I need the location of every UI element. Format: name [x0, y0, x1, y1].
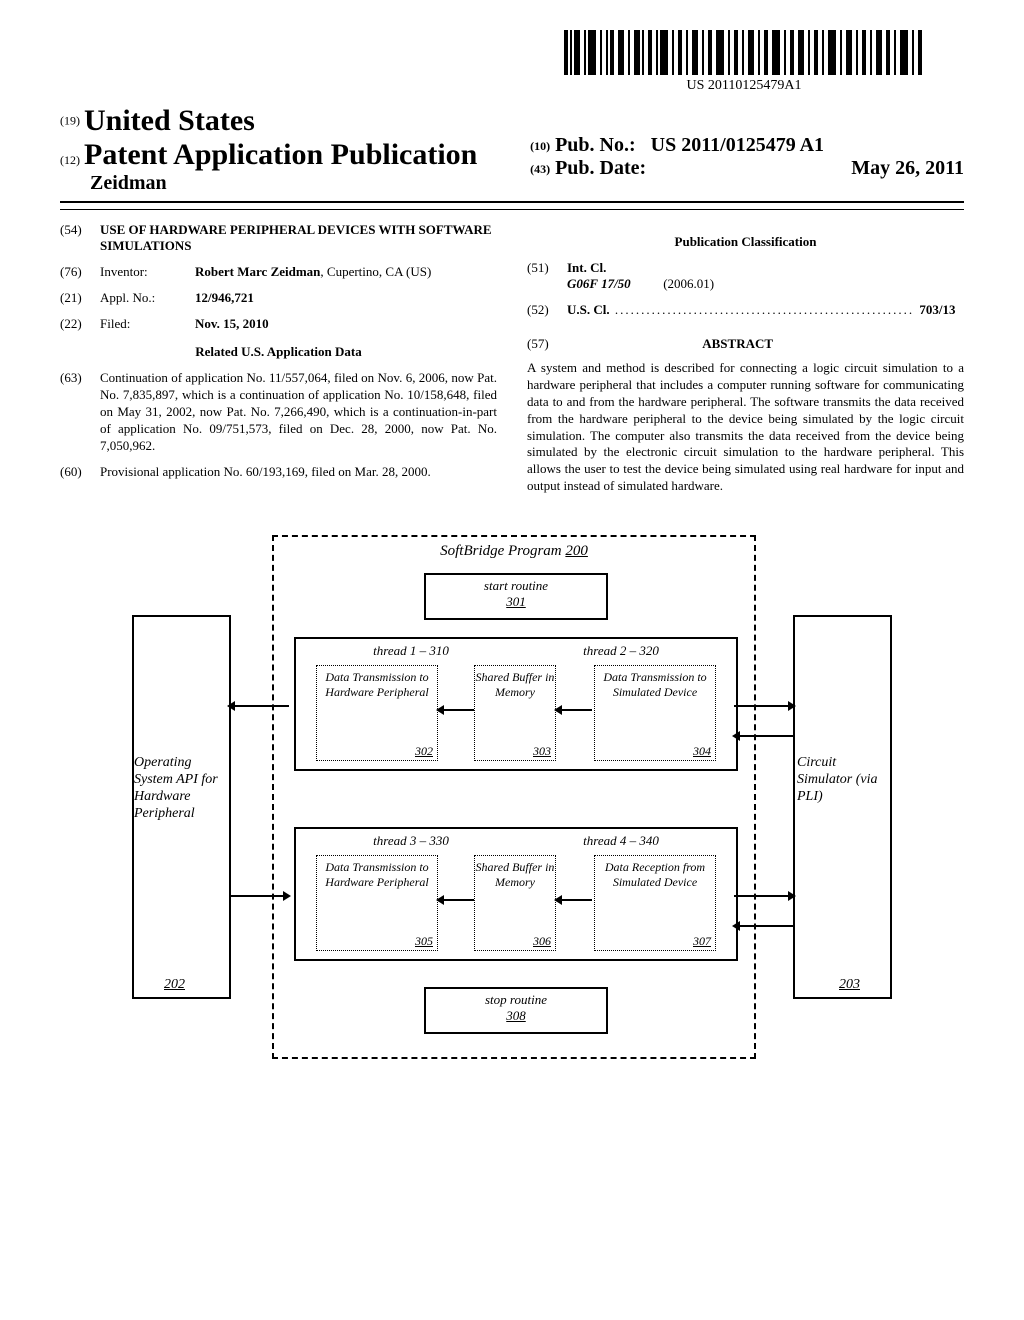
header-rule-thin — [60, 209, 964, 210]
stop-routine-box: stop routine 308 — [424, 987, 608, 1034]
arrow-os-to-305 — [229, 895, 289, 897]
intcl-code: G06F 17/50 — [567, 276, 631, 291]
code-43: (43) — [530, 162, 550, 176]
arrow-303-302 — [438, 709, 474, 711]
box-305: Data Transmission to Hardware Peripheral… — [316, 855, 438, 951]
code-54: (54) — [60, 222, 100, 254]
arrow-307-to-cs — [734, 895, 794, 897]
circuit-sim-block: 203 — [793, 615, 892, 999]
code-57: (57) — [527, 336, 549, 351]
cs-label: Circuit Simulator (via PLI) — [795, 755, 892, 805]
arrow-304-303 — [556, 709, 592, 711]
figure: 202 Operating System API for Hardware Pe… — [60, 535, 964, 1070]
appl-label: Appl. No.: — [100, 290, 195, 306]
code-51: (51) — [527, 260, 567, 292]
abstract-heading: ABSTRACT — [552, 336, 923, 352]
inventor-surname: Zeidman — [90, 172, 167, 194]
pub-date-label: Pub. Date: — [555, 157, 646, 179]
code-22: (22) — [60, 316, 100, 332]
uscl-label: U.S. Cl. — [567, 302, 610, 317]
barcode: US 20110125479A1 — [564, 30, 924, 94]
thread-group-bottom: thread 3 – 330 thread 4 – 340 Data Trans… — [294, 827, 738, 961]
left-column: (54) USE OF HARDWARE PERIPHERAL DEVICES … — [60, 222, 497, 495]
abstract-text: A system and method is described for con… — [527, 360, 964, 495]
right-column: Publication Classification (51) Int. Cl.… — [527, 222, 964, 495]
classification-heading: Publication Classification — [527, 234, 964, 250]
box-307: Data Reception from Simulated Device 307 — [594, 855, 716, 951]
arrow-cs-to-304 — [734, 735, 794, 737]
related-heading: Related U.S. Application Data — [60, 344, 497, 360]
thread-2-label: thread 2 – 320 — [546, 643, 696, 659]
box-302: Data Transmission to Hardware Peripheral… — [316, 665, 438, 761]
box-306: Shared Buffer in Memory 306 — [474, 855, 556, 951]
barcode-pub-id: US 20110125479A1 — [564, 78, 924, 94]
pub-no: US 2011/0125479 A1 — [651, 134, 824, 156]
thread-group-top: thread 1 – 310 thread 2 – 320 Data Trans… — [294, 637, 738, 771]
filed-label: Filed: — [100, 316, 195, 332]
code-12: (12) — [60, 153, 80, 167]
softbridge-program-box: SoftBridge Program 200 start routine 301… — [272, 535, 756, 1059]
program-title: SoftBridge Program 200 — [274, 543, 754, 560]
os-label: Operating System API for Hardware Periph… — [132, 755, 229, 822]
uscl-value: 703/13 — [919, 302, 955, 317]
pub-date: May 26, 2011 — [851, 157, 964, 180]
arrow-cs-to-307 — [734, 925, 794, 927]
pub-no-label: Pub. No.: — [555, 134, 636, 156]
header-rule-thick — [60, 201, 964, 203]
uscl-dots: ........................................… — [610, 302, 920, 317]
intcl-label: Int. Cl. — [567, 260, 606, 275]
continuation-text: Continuation of application No. 11/557,0… — [100, 370, 497, 454]
cs-ref: 203 — [839, 977, 860, 993]
code-63: (63) — [60, 370, 100, 454]
inventor-loc: , Cupertino, CA (US) — [320, 264, 431, 279]
box-303: Shared Buffer in Memory 303 — [474, 665, 556, 761]
thread-4-label: thread 4 – 340 — [546, 833, 696, 849]
barcode-area: US 20110125479A1 — [60, 30, 964, 94]
appl-no: 12/946,721 — [195, 290, 497, 306]
arrow-307-306 — [556, 899, 592, 901]
start-routine-box: start routine 301 — [424, 573, 608, 620]
code-60: (60) — [60, 464, 100, 481]
arrow-os-from-302 — [229, 705, 289, 707]
intcl-date: (2006.01) — [663, 276, 714, 291]
doc-type: Patent Application Publication — [84, 138, 477, 171]
provisional-text: Provisional application No. 60/193,169, … — [100, 464, 497, 481]
arrow-306-305 — [438, 899, 474, 901]
code-52: (52) — [527, 302, 567, 318]
arrow-304-to-cs — [734, 705, 794, 707]
code-21: (21) — [60, 290, 100, 306]
code-10: (10) — [530, 139, 550, 153]
inventor-name: Robert Marc Zeidman — [195, 264, 320, 279]
code-19: (19) — [60, 114, 80, 128]
thread-3-label: thread 3 – 330 — [336, 833, 486, 849]
country-name: United States — [84, 104, 255, 137]
code-76: (76) — [60, 264, 100, 280]
filed-date: Nov. 15, 2010 — [195, 316, 497, 332]
inventor-label: Inventor: — [100, 264, 195, 280]
thread-1-label: thread 1 – 310 — [336, 643, 486, 659]
box-304: Data Transmission to Simulated Device 30… — [594, 665, 716, 761]
invention-title: USE OF HARDWARE PERIPHERAL DEVICES WITH … — [100, 222, 497, 254]
os-ref: 202 — [164, 977, 185, 993]
